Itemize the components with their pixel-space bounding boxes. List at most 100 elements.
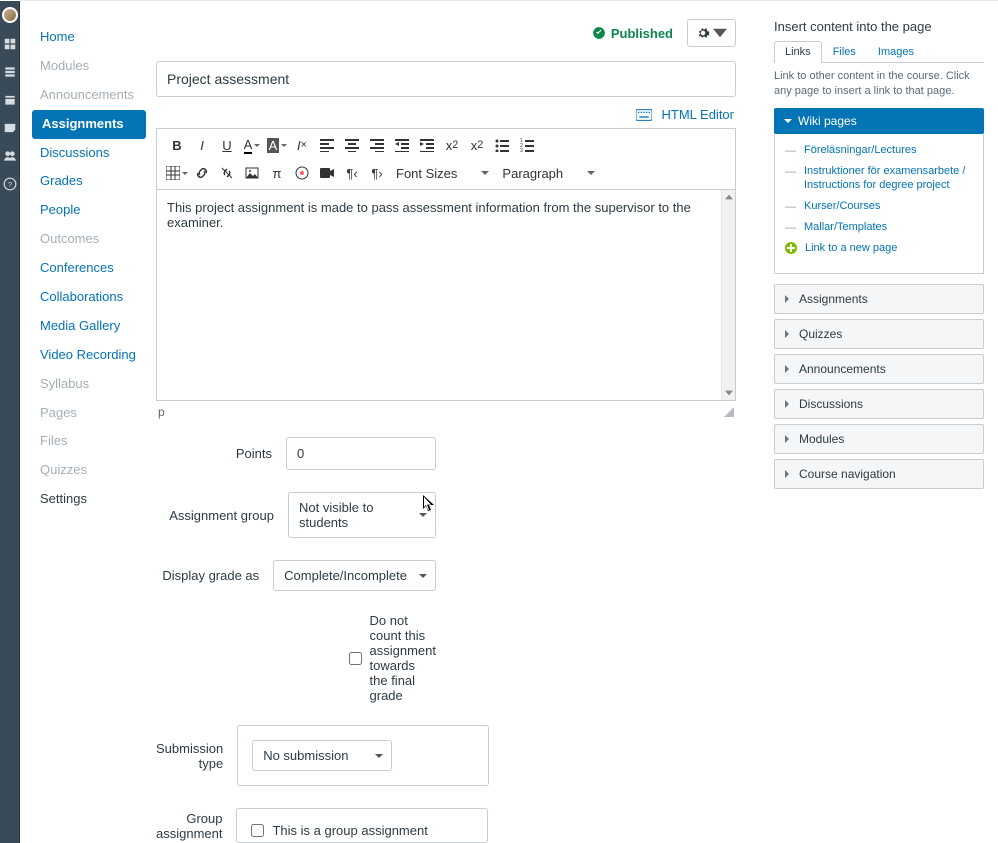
section-assignments[interactable]: Assignments [774,284,984,314]
wiki-link[interactable]: Instruktioner för examensarbete / Instru… [804,164,973,193]
wiki-pages-header[interactable]: Wiki pages [774,108,984,134]
subscript-button[interactable]: x2 [465,133,489,157]
equation-button[interactable]: π [265,161,289,185]
dashboard-icon[interactable] [3,37,17,51]
nav-outcomes[interactable]: Outcomes [20,225,152,254]
group-assignment-checkbox[interactable]: This is a group assignment [251,823,473,838]
no-count-checkbox[interactable]: Do not count this assignment towards the… [349,613,436,703]
clear-format-button[interactable]: I× [290,133,314,157]
main-content: Published HTML Editor B I U A A I× x2 [152,1,766,843]
bullet-list-button[interactable] [490,133,514,157]
image-button[interactable] [240,161,264,185]
text-color-button[interactable]: A [240,133,264,157]
block-format-select[interactable]: Paragraph [496,161,601,185]
insert-content-sidebar: Insert content into the page Links Files… [766,1,998,843]
help-icon[interactable]: ? [3,177,17,191]
inbox-icon[interactable] [3,121,17,135]
section-modules[interactable]: Modules [774,424,984,454]
unlink-button[interactable] [215,161,239,185]
wiki-link[interactable]: Föreläsningar/Lectures [804,143,917,157]
rce-toolbar: B I U A A I× x2 x2 123 π ¶‹ ¶› Font S [156,128,736,189]
record-button[interactable] [315,161,339,185]
assignment-group-select[interactable]: Not visible to students [288,492,436,538]
indent-button[interactable] [415,133,439,157]
nav-modules[interactable]: Modules [20,52,152,81]
published-label: Published [611,26,673,41]
align-left-button[interactable] [315,133,339,157]
points-input[interactable] [286,437,436,470]
section-discussions[interactable]: Discussions [774,389,984,419]
wiki-new-page-link[interactable]: Link to a new page [805,241,897,255]
nav-media-gallery[interactable]: Media Gallery [20,312,152,341]
groups-icon[interactable] [3,149,17,163]
number-list-button[interactable]: 123 [515,133,539,157]
svg-text:3: 3 [520,148,523,152]
rce-editor[interactable]: This project assignment is made to pass … [156,189,736,401]
group-assignment-check-label: This is a group assignment [272,823,427,838]
link-button[interactable] [190,161,214,185]
nav-assignments[interactable]: Assignments [32,110,146,139]
nav-conferences[interactable]: Conferences [20,254,152,283]
bold-button[interactable]: B [165,133,189,157]
nav-syllabus[interactable]: Syllabus [20,370,152,399]
wiki-link[interactable]: Kurser/Courses [804,199,880,213]
courses-icon[interactable] [3,65,17,79]
keyboard-icon[interactable] [636,108,652,122]
media-button[interactable] [290,161,314,185]
nav-files[interactable]: Files [20,427,152,456]
nav-quizzes[interactable]: Quizzes [20,456,152,485]
editor-text: This project assignment is made to pass … [167,200,691,230]
nav-home[interactable]: Home [20,23,152,52]
table-button[interactable] [165,161,189,185]
pilcrow-rtl-button[interactable]: ¶› [365,161,389,185]
section-announcements[interactable]: Announcements [774,354,984,384]
group-assignment-label: Group assignment [156,811,236,841]
nav-announcements[interactable]: Announcements [20,81,152,110]
align-right-button[interactable] [365,133,389,157]
nav-people[interactable]: People [20,196,152,225]
html-editor-link[interactable]: HTML Editor [662,107,734,122]
assignment-group-label: Assignment group [156,508,288,523]
published-badge: Published [592,26,673,41]
nav-discussions[interactable]: Discussions [20,139,152,168]
display-grade-select[interactable]: Complete/Incomplete [273,560,436,591]
superscript-button[interactable]: x2 [440,133,464,157]
section-quizzes[interactable]: Quizzes [774,319,984,349]
bg-color-button[interactable]: A [265,133,289,157]
font-size-select[interactable]: Font Sizes [390,161,495,185]
resize-handle[interactable] [724,407,734,417]
wiki-pages-list: —Föreläsningar/Lectures —Instruktioner f… [774,134,984,274]
gear-icon [696,26,710,40]
align-center-button[interactable] [340,133,364,157]
settings-menu-button[interactable] [687,19,736,47]
svg-text:?: ? [7,180,11,189]
nav-video-recording[interactable]: Video Recording [20,341,152,370]
chevron-down-icon [713,26,727,40]
submission-type-label: Submission type [156,741,237,771]
no-count-label: Do not count this assignment towards the… [370,613,436,703]
check-circle-icon [592,26,606,40]
course-nav: Home Modules Announcements Assignments D… [20,1,152,843]
assignment-title-input[interactable] [156,61,736,97]
editor-scrollbar[interactable] [721,190,735,400]
nav-collaborations[interactable]: Collaborations [20,283,152,312]
wiki-link[interactable]: Mallar/Templates [804,220,887,234]
tab-images[interactable]: Images [867,41,925,63]
avatar[interactable] [2,7,18,23]
nav-grades[interactable]: Grades [20,167,152,196]
nav-pages[interactable]: Pages [20,399,152,428]
submission-type-select[interactable]: No submission [252,740,392,771]
sidebar-title: Insert content into the page [774,19,984,34]
sidebar-help: Link to other content in the course. Cli… [774,69,984,100]
italic-button[interactable]: I [190,133,214,157]
tab-links[interactable]: Links [774,41,822,63]
outdent-button[interactable] [390,133,414,157]
plus-icon [785,242,797,254]
calendar-icon[interactable] [3,93,17,107]
section-course-navigation[interactable]: Course navigation [774,459,984,489]
global-nav-rail: ? [0,1,20,843]
nav-settings[interactable]: Settings [20,485,152,514]
underline-button[interactable]: U [215,133,239,157]
tab-files[interactable]: Files [822,41,867,63]
pilcrow-ltr-button[interactable]: ¶‹ [340,161,364,185]
